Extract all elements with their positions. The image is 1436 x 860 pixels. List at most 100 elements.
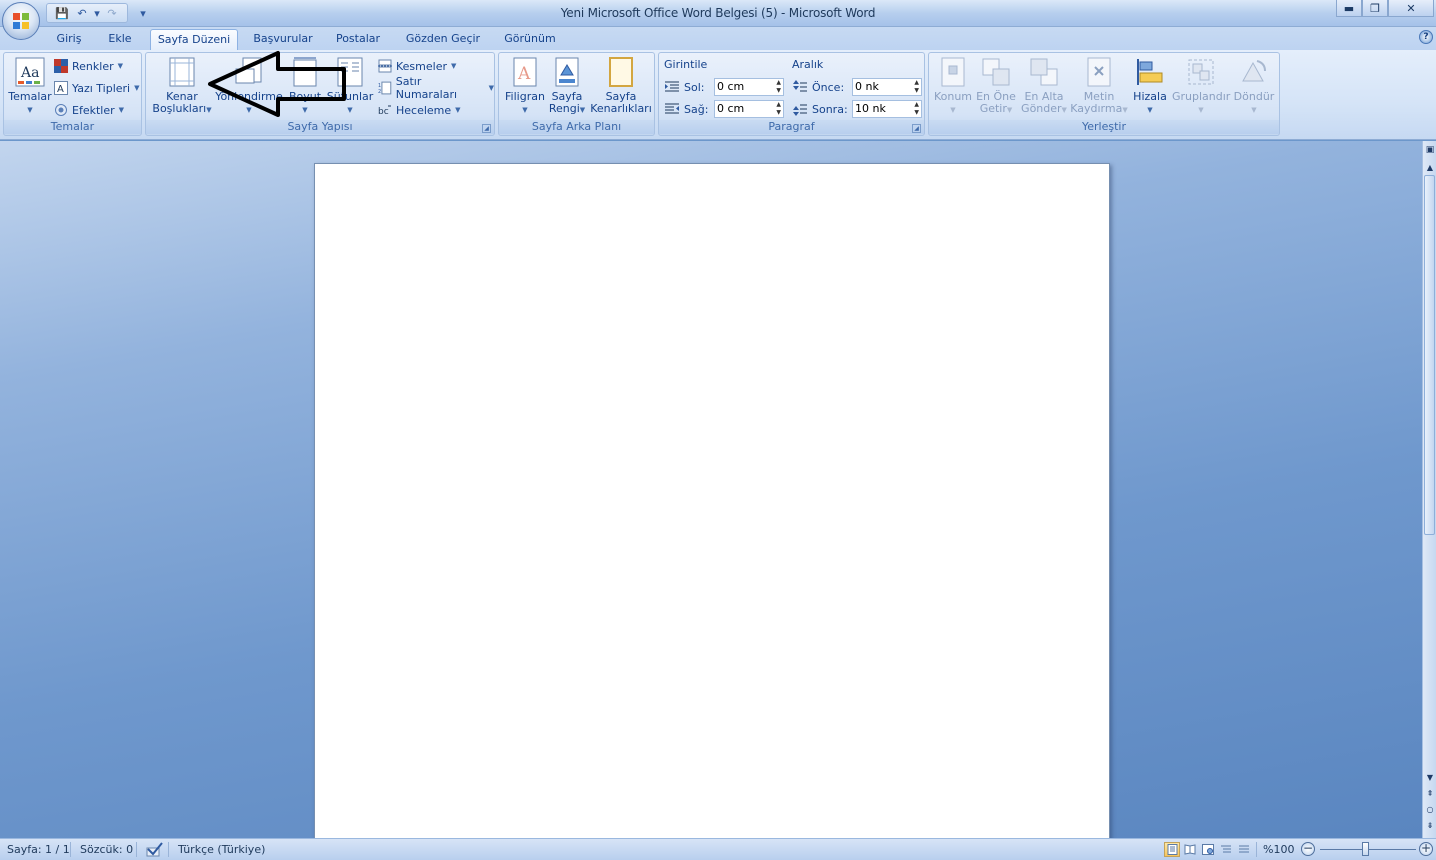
office-button[interactable] — [2, 2, 40, 40]
group-label-temalar: Temalar — [4, 120, 141, 134]
tab-giris[interactable]: Giriş — [48, 29, 90, 50]
once-label: Önce: — [812, 80, 845, 94]
konum-button[interactable]: Konum ▼ — [931, 55, 975, 116]
group-sayfa-yapisi: Kenar Boşlukları▼ Yönlendirme ▼ Boyut ▼ … — [145, 52, 495, 136]
sag-value: 0 cm — [717, 102, 745, 115]
browse-object-icon[interactable]: ○ — [1425, 805, 1435, 814]
yazi-tipleri-button[interactable]: A Yazı Tipleri ▼ — [54, 79, 139, 97]
align-icon — [1137, 59, 1163, 85]
en-one-getir-button[interactable]: En Öne Getir▼ — [973, 55, 1019, 116]
scroll-thumb[interactable] — [1424, 175, 1435, 535]
tab-ekle[interactable]: Ekle — [100, 29, 140, 50]
kesmeler-button[interactable]: Kesmeler ▼ — [378, 57, 456, 75]
scroll-down-icon[interactable]: ▼ — [1425, 773, 1435, 782]
draft-view-button[interactable] — [1236, 842, 1252, 857]
sag-input[interactable]: 0 cm ▲ ▼ — [714, 100, 784, 118]
temalar-button[interactable]: Aa Temalar ▼ — [7, 55, 53, 116]
save-icon[interactable]: 💾 — [53, 5, 71, 21]
office-logo-icon — [13, 13, 29, 29]
metin-label-2: Kaydırma — [1070, 102, 1123, 115]
gruplandir-button[interactable]: Gruplandır ▼ — [1172, 55, 1230, 116]
metin-kaydirma-button[interactable]: Metin Kaydırma▼ — [1069, 55, 1129, 116]
position-icon — [941, 57, 965, 87]
language[interactable]: Türkçe (Türkiye) — [178, 843, 265, 856]
zoom-in-icon[interactable]: + — [1419, 842, 1433, 856]
document-page[interactable] — [314, 163, 1110, 838]
print-layout-view-button[interactable] — [1164, 842, 1180, 857]
once-row: Önce: 0 nk ▲ ▼ — [793, 78, 922, 96]
web-layout-button[interactable] — [1200, 842, 1216, 857]
yonlendirme-label: Yönlendirme — [215, 90, 283, 103]
ribbon: Aa Temalar ▼ Renkler ▼ A Yazı Tipleri ▼ Ef… — [0, 50, 1436, 140]
boyut-button[interactable]: Boyut ▼ — [283, 55, 327, 116]
minimize-button[interactable]: ▬ — [1336, 0, 1362, 17]
dondur-button[interactable]: Döndür ▼ — [1231, 55, 1277, 116]
spinner-icon[interactable]: ▲ ▼ — [914, 79, 919, 95]
help-icon[interactable]: ? — [1419, 30, 1433, 44]
group-paragraf: Girintile Sol: 0 cm ▲ ▼ Sağ: 0 cm ▲ ▼ Aralık… — [658, 52, 925, 136]
renkler-button[interactable]: Renkler ▼ — [54, 57, 123, 75]
full-screen-reading-button[interactable] — [1182, 842, 1198, 857]
sayfa-kenarliklari-button[interactable]: Sayfa Kenarlıkları — [590, 55, 652, 115]
watermark-icon: A — [513, 57, 537, 87]
once-input[interactable]: 0 nk ▲ ▼ — [852, 78, 922, 96]
chevron-down-icon: ▼ — [347, 106, 353, 114]
spinner-icon[interactable]: ▲ ▼ — [776, 79, 781, 95]
dialog-launcher-icon[interactable]: ◢ — [482, 124, 491, 133]
redo-icon[interactable]: ↷ — [103, 5, 121, 21]
divider — [168, 842, 169, 857]
divider — [1256, 842, 1257, 857]
outline-view-button[interactable] — [1218, 842, 1234, 857]
hizala-button[interactable]: Hizala ▼ — [1129, 55, 1171, 116]
dialog-launcher-icon[interactable]: ◢ — [912, 124, 921, 133]
svg-text:A: A — [517, 64, 531, 84]
sayfa-rengi-label-2: Rengi — [548, 102, 580, 115]
sutunlar-button[interactable]: Sütunlar ▼ — [326, 55, 374, 116]
girintile-heading: Girintile — [664, 58, 708, 71]
kenar-bosluklari-button[interactable]: Kenar Boşlukları▼ — [149, 55, 215, 116]
tab-gozden-gecir[interactable]: Gözden Geçir — [398, 29, 488, 50]
tab-gorunum[interactable]: Görünüm — [496, 29, 564, 50]
undo-dropdown-icon[interactable]: ▾ — [93, 5, 101, 21]
spinner-icon[interactable]: ▲ ▼ — [914, 101, 919, 117]
en-alta-gonder-button[interactable]: En Alta Gönder▼ — [1019, 55, 1069, 116]
efektler-button[interactable]: Efektler ▼ — [54, 101, 124, 119]
restore-button[interactable]: ❐ — [1362, 0, 1388, 17]
tab-postalar[interactable]: Postalar — [328, 29, 388, 50]
tab-sayfa-duzeni[interactable]: Sayfa Düzeni — [150, 29, 238, 50]
heceleme-button[interactable]: bc Heceleme ▼ — [378, 101, 461, 119]
next-page-icon[interactable]: ⇟ — [1425, 821, 1435, 830]
group-sayfa-arka-plani: A Filigran ▼ Sayfa Rengi▼ Sayfa Kenarlık… — [498, 52, 655, 136]
spinner-icon[interactable]: ▲ ▼ — [776, 101, 781, 117]
effects-icon — [55, 104, 67, 116]
zoom-out-icon[interactable]: − — [1301, 842, 1315, 856]
chevron-down-icon: ▼ — [302, 106, 308, 114]
yonlendirme-button[interactable]: Yönlendirme ▼ — [214, 55, 284, 116]
sayfa-rengi-button[interactable]: Sayfa Rengi▼ — [545, 55, 589, 116]
satir-numaralari-button[interactable]: 12 Satır Numaraları ▼ — [378, 75, 494, 101]
sonra-input[interactable]: 10 nk ▲ ▼ — [852, 100, 922, 118]
undo-icon[interactable]: ↶ — [73, 5, 91, 21]
chevron-down-icon: ▼ — [455, 106, 461, 114]
customize-qat-icon[interactable]: ▾ — [134, 5, 152, 21]
word-count[interactable]: Sözcük: 0 — [80, 843, 133, 856]
previous-page-icon[interactable]: ⇞ — [1425, 789, 1435, 798]
spacing-after-icon — [793, 104, 807, 116]
sol-input[interactable]: 0 cm ▲ ▼ — [714, 78, 784, 96]
outline-icon — [1221, 845, 1231, 853]
kesmeler-label: Kesmeler — [396, 59, 447, 73]
filigran-button[interactable]: A Filigran ▼ — [502, 55, 548, 116]
vertical-scrollbar[interactable]: ▣ ▲ ▼ ⇞ ○ ⇟ — [1422, 141, 1436, 838]
tab-basvurular[interactable]: Başvurular — [246, 29, 320, 50]
zoom-level[interactable]: %100 — [1263, 843, 1294, 856]
group-label-sayfa-yapisi: Sayfa Yapısı — [146, 120, 494, 134]
ruler-toggle-icon[interactable]: ▣ — [1425, 145, 1435, 155]
proofing-check-icon[interactable] — [145, 842, 163, 857]
close-button[interactable]: ✕ — [1388, 0, 1434, 17]
scroll-up-icon[interactable]: ▲ — [1425, 163, 1435, 172]
chevron-down-icon: ▼ — [1198, 106, 1204, 114]
colors-icon — [54, 59, 68, 73]
zoom-slider-thumb[interactable] — [1362, 842, 1369, 856]
page-count[interactable]: Sayfa: 1 / 1 — [7, 843, 70, 856]
hyphenation-icon: bc — [378, 105, 391, 117]
